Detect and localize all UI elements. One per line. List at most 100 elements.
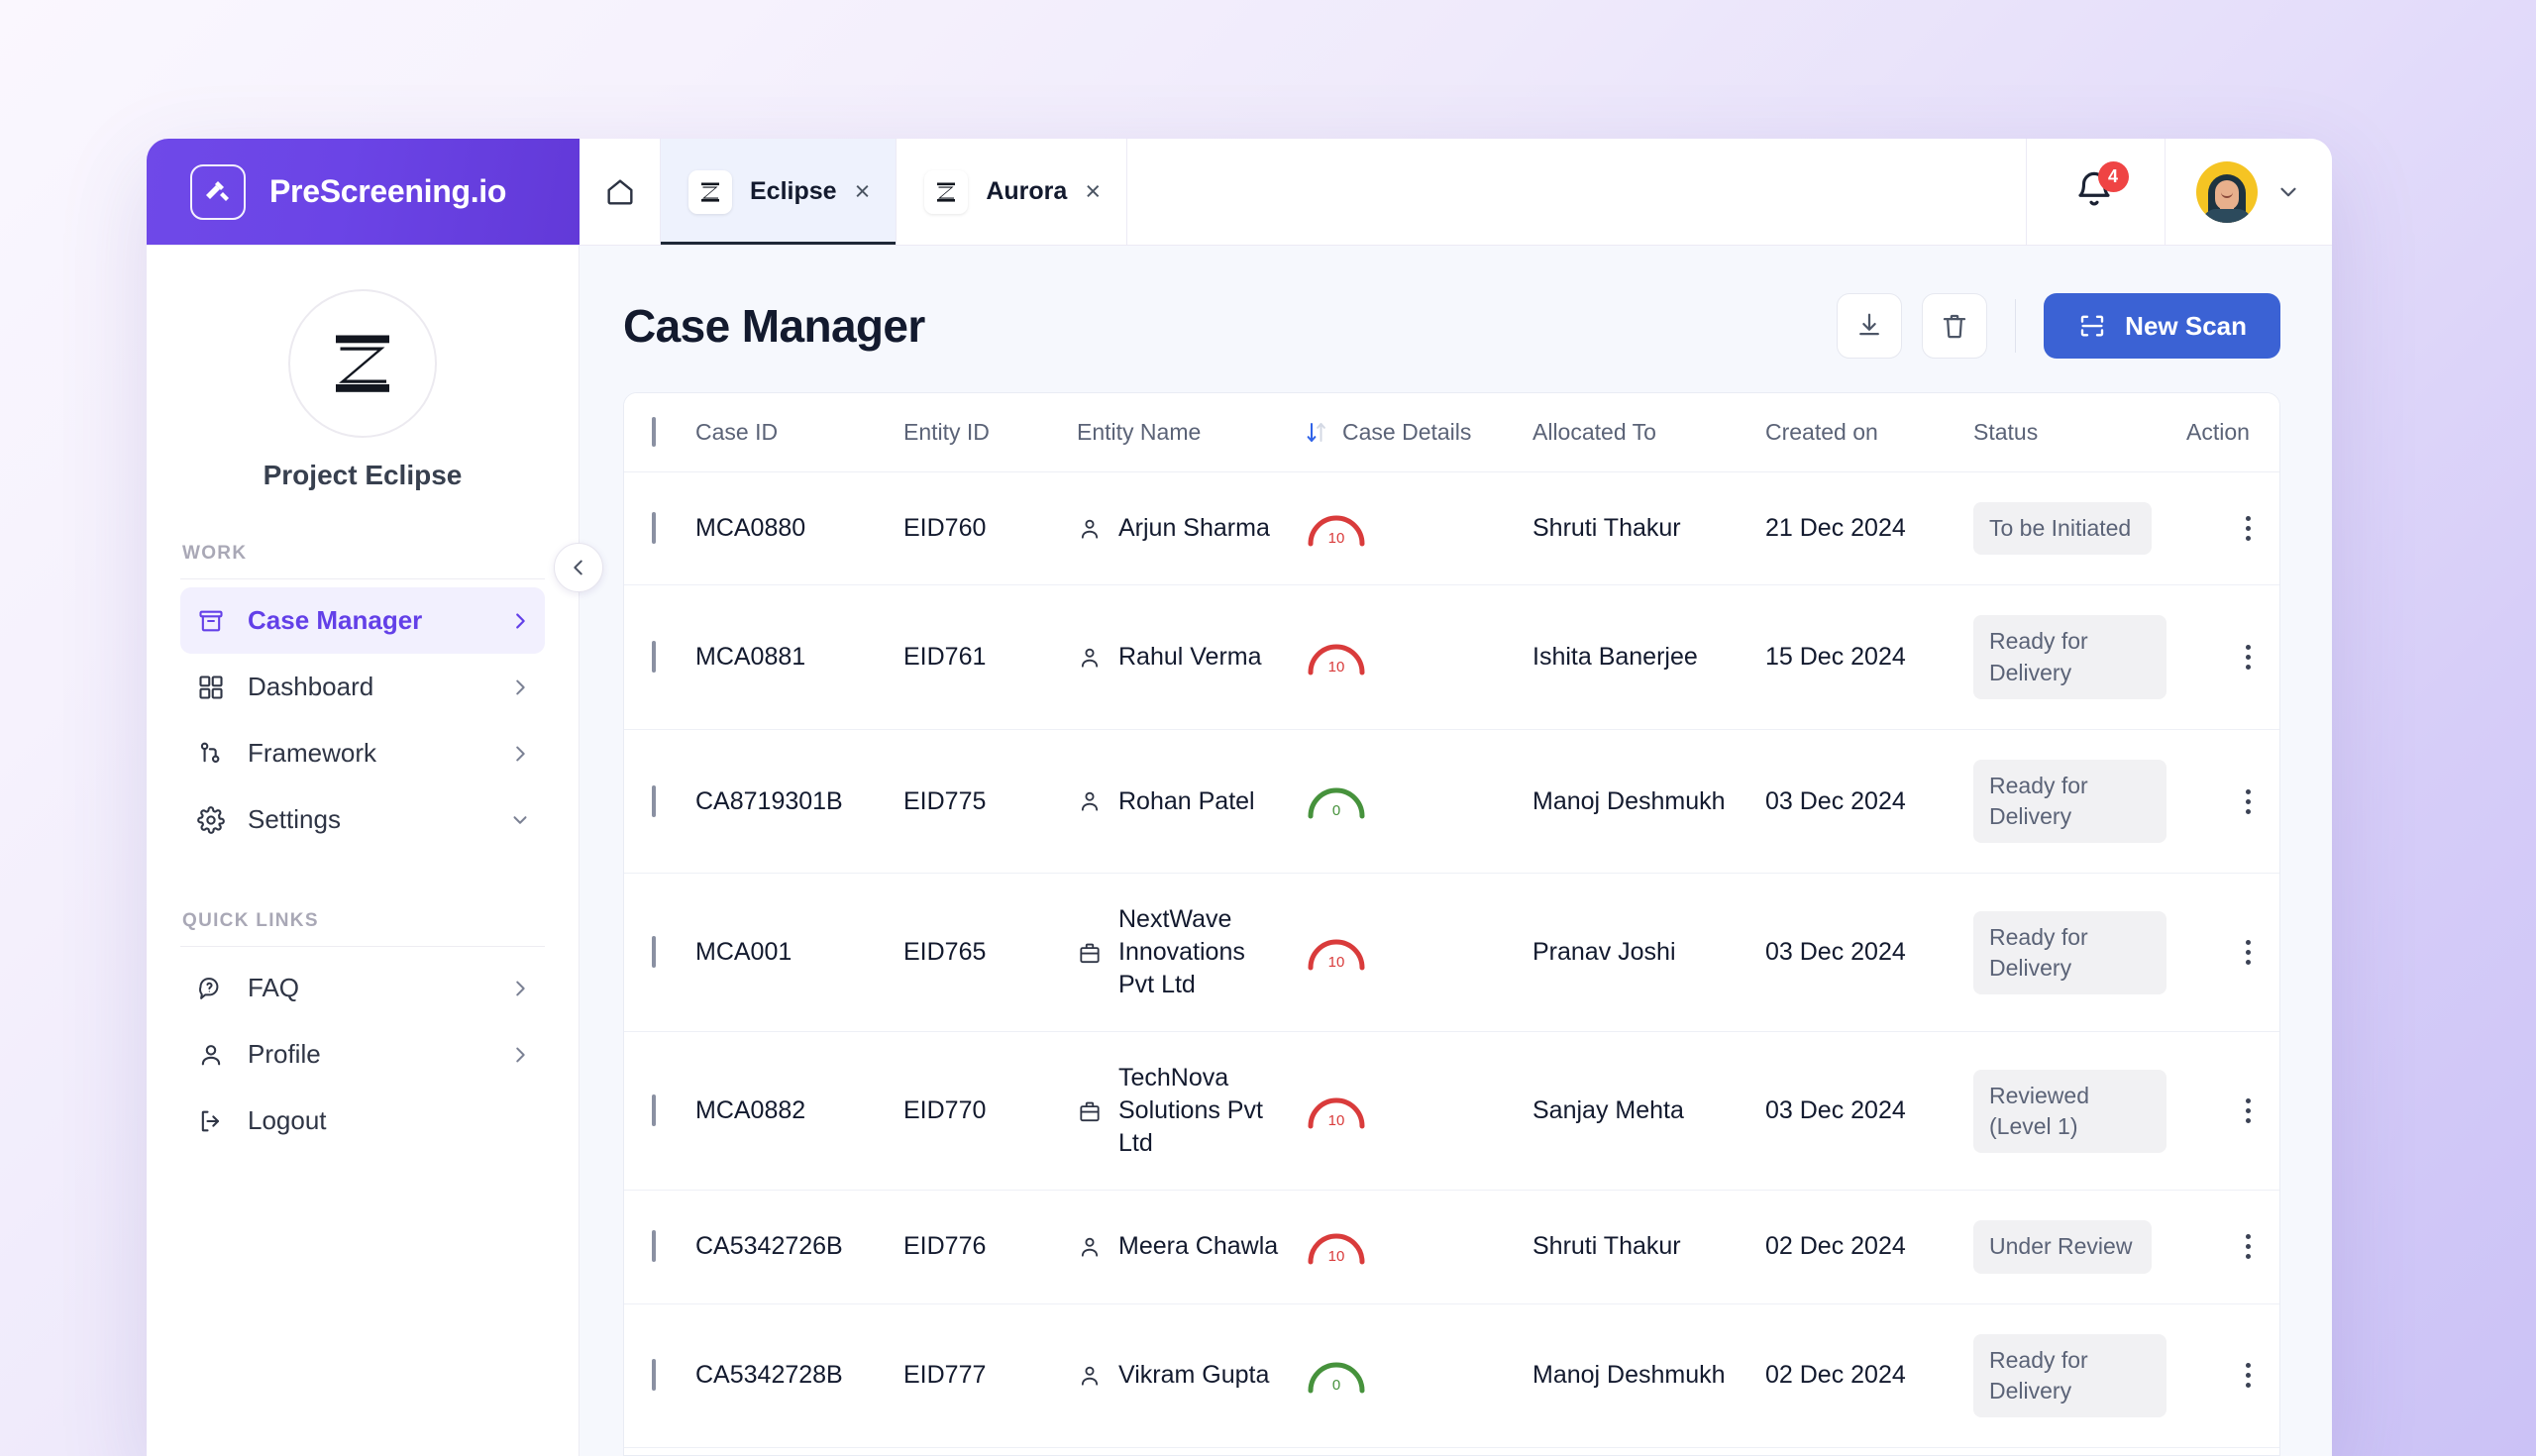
column-header-status[interactable]: Status <box>1963 393 2176 472</box>
table-row[interactable]: CA5342726BEID776Meera Chawla10Shruti Tha… <box>624 1191 2280 1303</box>
cell-case-details[interactable]: 10 <box>1295 1191 1523 1303</box>
sidebar-item-profile[interactable]: Profile <box>180 1021 545 1088</box>
cell-entity-id: EID765 <box>894 874 1067 1032</box>
row-checkbox[interactable] <box>652 1359 656 1391</box>
sidebar-collapse-toggle[interactable] <box>554 543 603 592</box>
cell-status: Ready for Delivery <box>1963 1303 2176 1448</box>
row-checkbox[interactable] <box>652 785 656 817</box>
cell-action <box>2176 1303 2280 1448</box>
column-header-created-on[interactable]: Created on <box>1755 393 1963 472</box>
delete-button[interactable] <box>1922 293 1987 359</box>
cell-case-details[interactable]: 0 <box>1295 1303 1523 1448</box>
cell-allocated-to: Manoj Deshmukh <box>1523 729 1755 874</box>
sidebar-item-settings[interactable]: Settings <box>180 786 545 853</box>
sidebar-item-case-manager[interactable]: Case Manager <box>180 587 545 654</box>
project-block: Project Eclipse <box>147 289 579 531</box>
select-all-checkbox[interactable] <box>652 417 656 447</box>
column-header-case-id[interactable]: Case ID <box>686 393 894 472</box>
cell-case-id: MCA0880 <box>686 472 894 585</box>
home-button[interactable] <box>580 139 661 245</box>
svg-text:10: 10 <box>1328 954 1345 971</box>
cell-action <box>2176 874 2280 1032</box>
chevron-down-icon <box>509 809 531 831</box>
nav-heading-quick-links: QUICK LINKS <box>180 898 545 947</box>
cell-case-id: CA5342728B <box>686 1303 894 1448</box>
kebab-menu-icon[interactable] <box>2186 940 2280 965</box>
svg-text:10: 10 <box>1328 530 1345 547</box>
column-header-case-details[interactable]: Case Details <box>1295 393 1523 472</box>
cell-entity-name: Rahul Verma <box>1067 585 1295 730</box>
project-z-icon <box>924 170 968 214</box>
project-z-icon <box>688 170 732 214</box>
cell-status: To be Initiated <box>1963 472 2176 585</box>
cell-case-details[interactable]: 10 <box>1295 874 1523 1032</box>
sidebar-item-faq[interactable]: FAQ <box>180 955 545 1021</box>
kebab-menu-icon[interactable] <box>2186 789 2280 814</box>
archive-icon <box>196 606 226 636</box>
select-all-header <box>624 393 686 472</box>
notifications-button[interactable]: 4 <box>2027 139 2166 245</box>
row-select-cell <box>624 1303 686 1448</box>
column-header-entity-name[interactable]: Entity Name <box>1067 393 1295 472</box>
brand-header: PreScreening.io <box>147 139 580 245</box>
cell-case-id: MCA001 <box>686 874 894 1032</box>
table-row[interactable]: CA8719301BEID775Rohan Patel0Manoj Deshmu… <box>624 729 2280 874</box>
cell-case-details[interactable]: 10 <box>1295 1032 1523 1191</box>
kebab-menu-icon[interactable] <box>2186 645 2280 670</box>
new-scan-button[interactable]: New Scan <box>2044 293 2280 359</box>
row-checkbox[interactable] <box>652 1230 656 1262</box>
row-checkbox[interactable] <box>652 641 656 673</box>
new-scan-label: New Scan <box>2125 311 2247 342</box>
case-table: Case ID Entity ID Entity Name Case Detai… <box>624 393 2280 1448</box>
status-badge: Ready for Delivery <box>1973 1334 2166 1418</box>
table-body: MCA0880EID760Arjun Sharma10Shruti Thakur… <box>624 472 2280 1448</box>
scan-frame-icon <box>2077 311 2107 341</box>
sidebar-item-framework[interactable]: Framework <box>180 720 545 786</box>
download-button[interactable] <box>1837 293 1902 359</box>
person-icon <box>1077 788 1103 814</box>
person-icon <box>196 1040 226 1070</box>
row-checkbox[interactable] <box>652 512 656 544</box>
tab-close-icon[interactable]: × <box>855 178 871 205</box>
sidebar-item-label: Settings <box>248 804 487 835</box>
app-window: PreScreening.io Eclipse × <box>147 139 2332 1456</box>
svg-text:10: 10 <box>1328 1248 1345 1265</box>
account-menu[interactable] <box>2166 139 2332 245</box>
kebab-menu-icon[interactable] <box>2186 1363 2280 1388</box>
table-row[interactable]: MCA001EID765 NextWave Innovations Pvt Ltd… <box>624 874 2280 1032</box>
row-select-cell <box>624 729 686 874</box>
tab-eclipse[interactable]: Eclipse × <box>661 139 897 245</box>
tab-close-icon[interactable]: × <box>1085 178 1101 205</box>
cell-entity-name: TechNova Solutions Pvt Ltd <box>1067 1032 1295 1191</box>
person-icon <box>1077 645 1103 671</box>
cell-case-details[interactable]: 0 <box>1295 729 1523 874</box>
row-checkbox[interactable] <box>652 936 656 968</box>
kebab-menu-icon[interactable] <box>2186 1234 2280 1259</box>
column-header-entity-id[interactable]: Entity ID <box>894 393 1067 472</box>
toolbar-divider <box>2015 299 2016 353</box>
table-row[interactable]: MCA0881EID761Rahul Verma10Ishita Banerje… <box>624 585 2280 730</box>
table-row[interactable]: MCA0880EID760Arjun Sharma10Shruti Thakur… <box>624 472 2280 585</box>
table-row[interactable]: MCA0882EID770TechNova Solutions Pvt Ltd1… <box>624 1032 2280 1191</box>
column-header-allocated-to[interactable]: Allocated To <box>1523 393 1755 472</box>
entity-name-label: NextWave Innovations Pvt Ltd <box>1118 903 1285 1001</box>
trash-icon <box>1940 311 1969 341</box>
kebab-menu-icon[interactable] <box>2186 516 2280 541</box>
project-name: Project Eclipse <box>264 460 463 491</box>
main-content: Case Manager <box>580 246 2332 1456</box>
kebab-menu-icon[interactable] <box>2186 1098 2280 1123</box>
cell-case-id: CA5342726B <box>686 1191 894 1303</box>
cell-case-details[interactable]: 10 <box>1295 472 1523 585</box>
chevron-left-icon <box>568 557 589 578</box>
sidebar-item-dashboard[interactable]: Dashboard <box>180 654 545 720</box>
sort-arrows-icon <box>1305 420 1328 446</box>
sidebar-item-logout[interactable]: Logout <box>180 1088 545 1154</box>
table-row[interactable]: CA5342728BEID777Vikram Gupta0Manoj Deshm… <box>624 1303 2280 1448</box>
status-badge: To be Initiated <box>1973 502 2152 555</box>
cell-action <box>2176 1032 2280 1191</box>
row-checkbox[interactable] <box>652 1094 656 1126</box>
cell-entity-name: Meera Chawla <box>1067 1191 1295 1303</box>
framework-icon <box>196 739 226 769</box>
cell-case-details[interactable]: 10 <box>1295 585 1523 730</box>
tab-aurora[interactable]: Aurora × <box>897 139 1127 245</box>
